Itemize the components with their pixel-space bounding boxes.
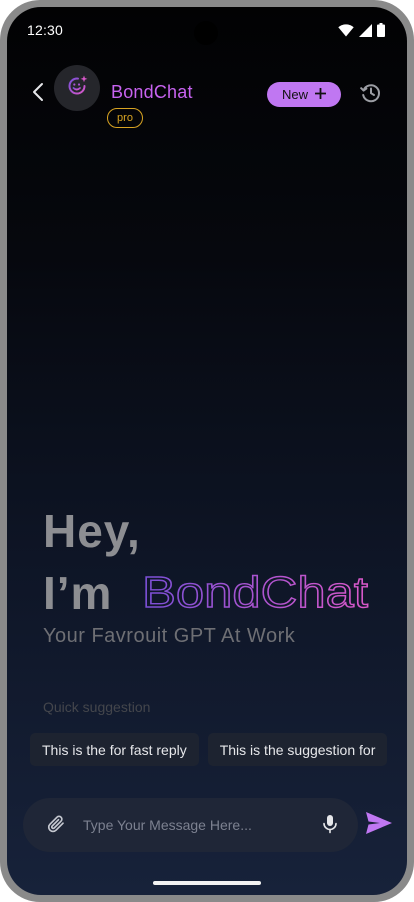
hero-intro: I’m [43,567,113,619]
microphone-icon [322,814,338,839]
attach-button[interactable] [44,814,68,838]
suggestion-chip[interactable]: This is the suggestion for [207,733,388,766]
message-composer [23,798,358,852]
status-time: 12:30 [27,22,64,38]
pro-badge: pro [107,108,143,128]
status-bar: 12:30 [7,7,407,55]
history-button[interactable] [360,82,382,109]
paperclip-icon [46,814,66,839]
mic-button[interactable] [319,814,341,839]
suggestion-chip[interactable]: This is the for fast reply [30,733,199,766]
smile-sparkle-icon [65,74,89,103]
message-input[interactable] [81,810,311,840]
assistant-avatar [54,65,100,111]
hero-greeting: Hey, [43,505,141,557]
camera-cutout [194,21,218,45]
back-button[interactable] [27,82,49,106]
new-chat-button[interactable]: New [267,82,341,107]
device-frame: 12:30 BondChat pro New Hey, I’m BondChat… [0,0,414,902]
send-button[interactable] [363,811,395,839]
app-title: BondChat [111,82,193,102]
new-chat-label: New [281,87,308,102]
hero-subtitle: Your Favrouit GPT At Work [43,625,296,647]
history-icon [360,82,382,109]
quick-suggestion-label: Quick suggestion [43,699,151,715]
send-icon [365,811,393,840]
app-screen: 12:30 BondChat pro New Hey, I’m BondChat… [7,7,407,895]
wifi-icon [338,23,354,42]
hero-brand-name: BondChat [141,567,368,617]
chevron-left-icon [32,82,44,107]
suggestion-chips: This is the for fast reply This is the s… [30,733,388,766]
battery-icon [377,23,385,42]
plus-icon [314,86,327,104]
home-indicator[interactable] [153,881,261,885]
hero-brand-text: BondChat [142,568,368,617]
status-icons [338,23,385,42]
signal-icon [359,23,372,42]
chat-header: BondChat pro New [7,65,407,135]
